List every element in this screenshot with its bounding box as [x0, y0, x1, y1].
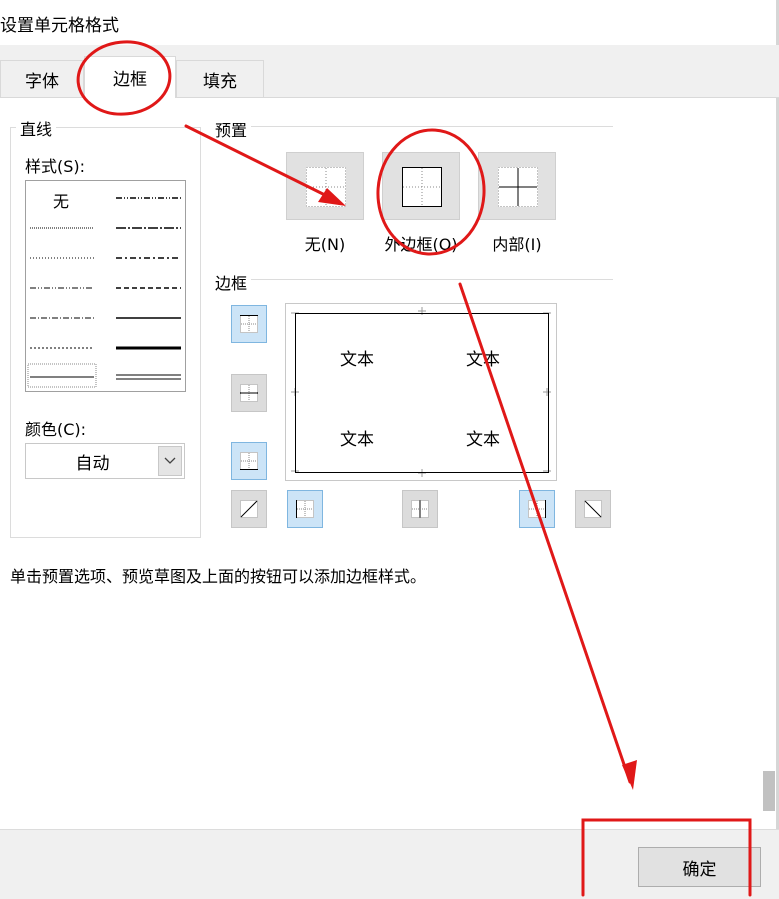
color-select[interactable]: 自动: [25, 443, 185, 479]
diagonal-up-icon: [240, 500, 258, 518]
border-diagonal-down-button[interactable]: [575, 490, 611, 528]
preset-inside-label: 内部(I): [492, 235, 542, 254]
active-tab-gap: [85, 96, 175, 99]
annotation-arrowhead-ok: [622, 760, 637, 790]
color-label: 颜色(C):: [25, 420, 87, 439]
border-diagonal-up-button[interactable]: [231, 490, 267, 528]
color-select-value: 自动: [75, 453, 110, 474]
presets-separator: [213, 126, 613, 127]
line-group-title: 直线: [16, 116, 57, 140]
preview-outline-border: [295, 313, 549, 473]
chevron-down-glyph: [164, 457, 176, 464]
ok-button[interactable]: 确定: [638, 847, 761, 887]
border-left-icon: [296, 500, 314, 518]
hint-text: 单击预置选项、预览草图及上面的按钮可以添加边框样式。: [10, 567, 427, 586]
border-top-icon: [240, 315, 258, 333]
border-inside-vertical-icon: [411, 500, 429, 518]
border-bottom-button[interactable]: [231, 442, 267, 480]
border-left-button[interactable]: [287, 490, 323, 528]
border-inside-horizontal-icon: [240, 384, 258, 402]
border-top-button[interactable]: [231, 305, 267, 343]
border-middle-horizontal-button[interactable]: [231, 374, 267, 412]
chevron-down-icon[interactable]: [158, 446, 182, 476]
border-bottom-icon: [240, 452, 258, 470]
preview-cell-text: 文本: [340, 350, 374, 370]
diagonal-down-icon: [584, 500, 602, 518]
line-style-samples: [27, 197, 181, 388]
preset-none-icon: [306, 167, 346, 207]
preset-inside-button[interactable]: [478, 152, 556, 220]
preset-inside-icon: [498, 167, 538, 207]
preset-outline-icon: [402, 167, 442, 207]
preview-cell-text: 文本: [340, 430, 374, 450]
tab-fill[interactable]: 填充: [176, 60, 264, 97]
border-middle-vertical-button[interactable]: [402, 490, 438, 528]
preview-cell-text: 文本: [466, 430, 500, 450]
preset-outline-button[interactable]: [382, 152, 460, 220]
dialog-title: 设置单元格格式: [0, 16, 119, 36]
presets-title: 预置: [211, 117, 252, 141]
scrollbar-thumb[interactable]: [763, 771, 775, 811]
preset-outline-label: 外边框(O): [384, 235, 458, 254]
tab-font[interactable]: 字体: [0, 60, 84, 97]
preset-none-button[interactable]: [286, 152, 364, 220]
border-title: 边框: [211, 270, 252, 294]
border-right-button[interactable]: [519, 490, 555, 528]
border-separator: [213, 279, 613, 280]
tab-border[interactable]: 边框: [84, 56, 176, 98]
preset-none-label: 无(N): [304, 235, 346, 254]
preview-cell-text: 文本: [466, 350, 500, 370]
line-style-list[interactable]: 无: [25, 180, 186, 392]
border-right-icon: [528, 500, 546, 518]
style-label: 样式(S):: [25, 157, 86, 176]
